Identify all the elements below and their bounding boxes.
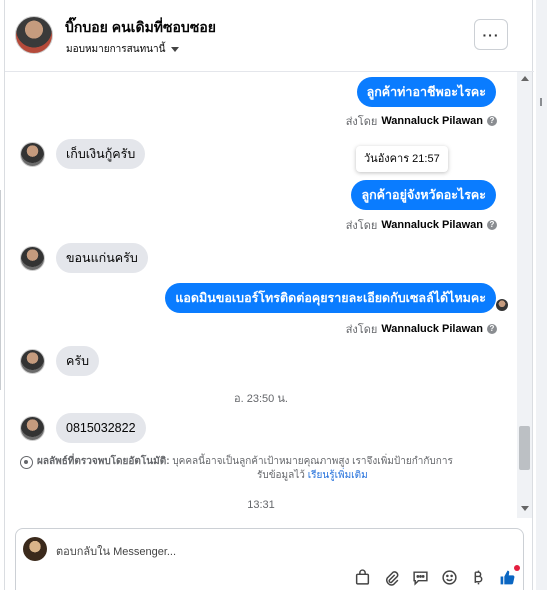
contact-avatar[interactable]	[15, 16, 53, 54]
scroll-thumb[interactable]	[519, 426, 530, 470]
quick-reply-icon[interactable]	[410, 567, 430, 587]
more-options-button[interactable]: ···	[474, 19, 508, 50]
conversation-panel: บิ๊กบอย คนเดิมที่ซอบซอย มอบหมายการสนทนาน…	[4, 0, 534, 590]
left-edge	[0, 190, 3, 390]
avatar	[20, 246, 45, 271]
detection-icon	[20, 456, 33, 469]
message-outgoing[interactable]: แอดมินขอเบอร์โทรติดต่อคุยรายละเอียดกับเซ…	[165, 283, 496, 313]
sent-by: ส่งโดย Wannaluck Pilawan ?	[346, 320, 497, 338]
seen-avatar	[496, 299, 508, 311]
auto-detection-notice: ผลลัพธ์ที่ตรวจพบโดยอัตโนมัติ: บุคคลนี้อา…	[20, 455, 500, 483]
avatar	[20, 142, 45, 167]
page-avatar	[23, 537, 47, 561]
sent-by-prefix: ส่งโดย	[345, 220, 378, 232]
sent-by: ส่งโดย Wannaluck Pilawan ?	[346, 216, 497, 234]
time-separator: อ. 23:50 น.	[234, 393, 288, 405]
detection-text: บุคคลนี้อาจเป็นลูกค้าเป้าหมายคุณภาพสูง เ…	[172, 456, 453, 467]
conversation-header: บิ๊กบอย คนเดิมที่ซอบซอย มอบหมายการสนทนาน…	[5, 0, 534, 72]
scroll-up-icon[interactable]	[521, 76, 529, 81]
composer-tools	[352, 565, 520, 587]
emoji-icon[interactable]	[439, 567, 459, 587]
message-scrollbar[interactable]	[517, 72, 532, 518]
sent-by-agent: Wannaluck Pilawan	[381, 115, 483, 127]
assign-label: มอบหมายการสนทนานี้	[66, 44, 166, 55]
assign-conversation[interactable]: มอบหมายการสนทนานี้	[66, 42, 180, 57]
avatar	[20, 416, 45, 441]
bag-icon[interactable]	[352, 567, 372, 587]
message-list: ลูกค้าท่าอาชีพอะไรคะ ส่งโดย Wannaluck Pi…	[5, 72, 534, 518]
sent-by: ส่งโดย Wannaluck Pilawan ?	[346, 112, 497, 130]
sent-by-prefix: ส่งโดย	[345, 324, 378, 336]
sent-by-prefix: ส่งโดย	[345, 116, 378, 128]
like-icon[interactable]	[497, 565, 520, 587]
timestamp-tooltip: วันอังคาร 21:57	[356, 146, 448, 172]
currency-icon[interactable]	[468, 567, 488, 587]
attachment-icon[interactable]	[381, 567, 401, 587]
scroll-down-icon[interactable]	[521, 506, 529, 511]
caret-down-icon	[171, 47, 180, 52]
message-outgoing[interactable]: ลูกค้าท่าอาชีพอะไรคะ	[356, 77, 496, 107]
detection-title: ผลลัพธ์ที่ตรวจพบโดยอัตโนมัติ:	[37, 456, 170, 467]
right-edge	[536, 0, 547, 590]
time-separator: 13:31	[247, 499, 275, 511]
detection-text-2: รับข้อมูลไว้	[257, 470, 305, 481]
contact-name[interactable]: บิ๊กบอย คนเดิมที่ซอบซอย	[65, 17, 216, 39]
help-icon[interactable]: ?	[487, 116, 497, 126]
sent-by-agent: Wannaluck Pilawan	[381, 219, 483, 231]
notification-dot	[514, 565, 520, 571]
learn-more-link[interactable]: เรียนรู้เพิ่มเติม	[308, 470, 368, 481]
message-incoming[interactable]: เก็บเงินกู้ครับ	[56, 139, 146, 169]
message-incoming[interactable]: 0815032822	[56, 413, 146, 443]
reply-input[interactable]: ตอบกลับใน Messenger...	[56, 542, 176, 560]
avatar	[20, 349, 45, 374]
help-icon[interactable]: ?	[487, 324, 497, 334]
message-outgoing[interactable]: ลูกค้าอยู่จังหวัดอะไรคะ	[351, 180, 496, 210]
message-incoming[interactable]: ขอนแก่นครับ	[56, 243, 148, 273]
reply-composer: ตอบกลับใน Messenger...	[15, 528, 524, 590]
message-incoming[interactable]: ครับ	[56, 346, 100, 376]
help-icon[interactable]: ?	[487, 220, 497, 230]
sent-by-agent: Wannaluck Pilawan	[381, 323, 483, 335]
